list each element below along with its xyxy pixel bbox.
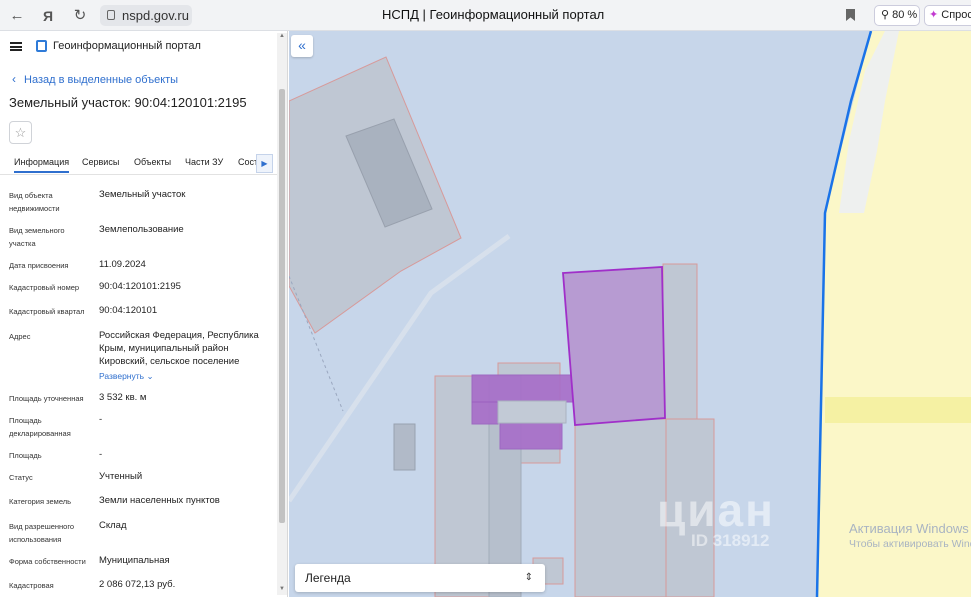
tab-information[interactable]: Информация <box>14 157 70 173</box>
url-text: nspd.gov.ru <box>122 8 189 23</box>
expand-label: Развернуть <box>99 371 145 381</box>
selected-parcel <box>562 266 666 426</box>
field-value: - <box>99 414 103 425</box>
structure-purple <box>471 401 499 425</box>
info-panel: Геоинформационный портал ‹ Назад в выделе… <box>0 31 288 597</box>
field-label: Площадь <box>9 451 42 460</box>
favorite-star-icon[interactable]: ☆ <box>9 121 32 144</box>
zoom-button[interactable]: ⚲ 80 % <box>874 5 920 26</box>
field-label: Форма собственности <box>9 557 86 566</box>
field-value: Землепользование <box>99 224 184 235</box>
back-arrow-icon[interactable]: ← <box>6 5 28 27</box>
structure-gray <box>497 400 567 424</box>
tab-parts[interactable]: Части ЗУ <box>185 157 223 167</box>
parcel-strip <box>574 418 670 597</box>
settlement-zone <box>817 31 971 597</box>
reload-icon[interactable]: ↻ <box>69 5 91 27</box>
field-value: 2 086 072,13 руб. <box>99 579 176 590</box>
chevron-left-icon: ‹ <box>12 72 16 86</box>
scroll-up-icon[interactable]: ▲ <box>279 33 285 39</box>
yandex-icon[interactable]: Я <box>37 5 59 27</box>
field-value: 90:04:120101:2195 <box>99 281 181 292</box>
field-value: Муниципальная <box>99 555 170 566</box>
field-label: Кадастровая <box>9 581 54 590</box>
chevron-down-icon: ⌄ <box>146 371 154 381</box>
field-value: Склад <box>99 520 127 531</box>
field-value: 3 532 кв. м <box>99 392 147 403</box>
structure-purple <box>471 374 578 403</box>
tab-title: НСПД | Геоинформационный портал <box>382 7 605 22</box>
road-band <box>825 397 971 423</box>
menu-icon[interactable] <box>10 42 22 51</box>
field-label: Вид объекта недвижимости <box>9 191 60 213</box>
address-bar[interactable]: nspd.gov.ru <box>100 5 192 26</box>
legend-label: Легенда <box>305 571 351 585</box>
map-canvas <box>289 31 971 597</box>
field-value: 90:04:120101 <box>99 305 158 316</box>
portal-logo-icon <box>36 40 47 52</box>
field-label: Вид разрешенного использования <box>9 522 75 544</box>
field-label: Категория земель <box>9 497 72 506</box>
panel-scrollbar[interactable]: ▲ ▼ <box>277 33 287 595</box>
browser-toolbar: ← Я ↻ nspd.gov.ru НСПД | Геоинформационн… <box>0 0 971 31</box>
field-label: Кадастровый номер <box>9 283 80 292</box>
scrollbar-thumb[interactable] <box>279 89 285 523</box>
windows-activation-text: Чтобы активировать Windows, перейдите в … <box>849 538 971 550</box>
legend-dropdown[interactable]: Легенда ⇕ <box>295 564 545 592</box>
lock-icon <box>107 10 115 20</box>
expand-link[interactable]: Развернуть ⌄ <box>99 370 271 383</box>
tab-bar: Информация Сервисы Объекты Части ЗУ Сост… <box>0 154 287 175</box>
structure-purple <box>499 422 563 450</box>
field-label: Адрес <box>9 332 31 341</box>
tab-services[interactable]: Сервисы <box>82 157 119 167</box>
zoom-level: 80 % <box>892 9 918 21</box>
tabs-scroll-right-icon[interactable]: ▶ <box>256 154 273 173</box>
field-value: Земли населенных пунктов <box>99 495 220 506</box>
parcel-small <box>393 423 416 471</box>
field-value: 11.09.2024 <box>99 259 146 270</box>
field-label: Статус <box>9 473 33 482</box>
back-link-label: Назад в выделенные объекты <box>24 74 179 86</box>
tab-objects[interactable]: Объекты <box>134 157 171 167</box>
field-label: Площадь уточненная <box>9 394 84 403</box>
collapse-panel-button[interactable]: « <box>291 35 313 57</box>
cian-watermark: циан <box>657 484 775 536</box>
portal-brand: Геоинформационный портал <box>53 40 201 52</box>
ask-button[interactable]: ✦ Спроси <box>924 5 971 26</box>
page-title: Земельный участок: 90:04:120101:2195 <box>9 95 247 110</box>
windows-activation-title: Активация Windows <box>849 521 969 536</box>
back-link[interactable]: ‹ Назад в выделенные объекты <box>12 72 178 86</box>
field-value: Земельный участок <box>99 189 186 200</box>
bookmark-icon[interactable] <box>846 9 855 21</box>
field-label: Дата присвоения <box>9 261 69 270</box>
expand-arrows-icon: ⇕ <box>524 572 533 583</box>
address-value: Российская Федерация, Республика Крым, м… <box>99 330 259 367</box>
scroll-down-icon[interactable]: ▼ <box>279 586 285 592</box>
sparkle-icon: ✦ <box>929 9 939 21</box>
field-label: Вид земельного участка <box>9 226 65 248</box>
field-label: Кадастровый квартал <box>9 307 85 316</box>
map-view[interactable]: циан ID 318912 « Легенда ⇕ Активация Win… <box>289 31 971 597</box>
field-value: - <box>99 449 103 460</box>
cian-id-watermark: ID 318912 <box>691 531 770 550</box>
ask-label: Спроси <box>941 9 971 21</box>
field-label: Площадь декларированная <box>9 416 71 438</box>
parcel-strip <box>662 263 698 420</box>
field-value: Учтенный <box>99 471 143 482</box>
